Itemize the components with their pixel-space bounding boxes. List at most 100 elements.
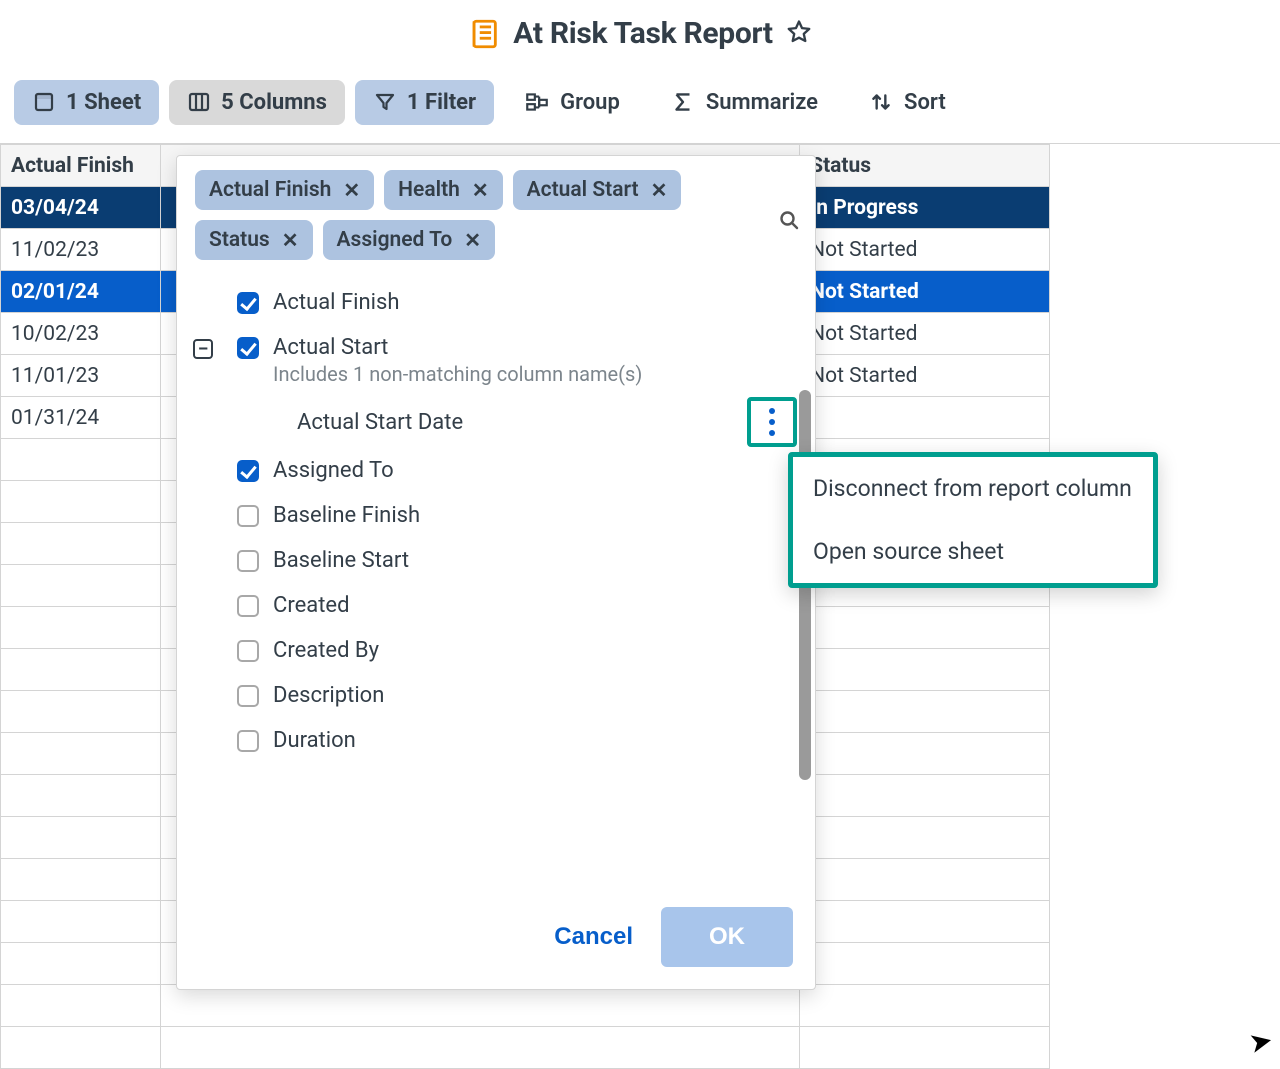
cell-actual-finish[interactable] <box>1 901 161 943</box>
summarize-button-label: Summarize <box>706 90 818 115</box>
cell-status[interactable] <box>800 985 1050 1027</box>
cell-status[interactable]: Not Started <box>800 229 1050 271</box>
cell-actual-finish[interactable]: 11/01/23 <box>1 355 161 397</box>
cell-actual-finish[interactable]: 02/01/24 <box>1 271 161 313</box>
ok-button[interactable]: OK <box>661 907 793 967</box>
cell-actual-finish[interactable] <box>1 691 161 733</box>
ctx-disconnect[interactable]: Disconnect from report column <box>793 457 1153 520</box>
chip-remove-icon[interactable]: ✕ <box>651 178 668 202</box>
report-icon <box>467 17 501 51</box>
kebab-menu-icon[interactable] <box>747 397 797 447</box>
column-option-label: Baseline Start <box>273 548 409 573</box>
sheets-button-label: 1 Sheet <box>66 90 141 115</box>
cell-status[interactable]: Not Started <box>800 313 1050 355</box>
cell-actual-finish[interactable] <box>1 481 161 523</box>
cell-status[interactable]: In Progress <box>800 187 1050 229</box>
nested-column[interactable]: Actual Start Date <box>187 396 805 448</box>
columns-button[interactable]: 5 Columns <box>169 80 345 125</box>
table-row[interactable] <box>1 1027 1050 1069</box>
cell-actual-finish[interactable]: 03/04/24 <box>1 187 161 229</box>
cell-actual-finish[interactable] <box>1 943 161 985</box>
chip[interactable]: Health✕ <box>384 170 502 210</box>
cell-status[interactable] <box>800 859 1050 901</box>
checkbox[interactable] <box>237 595 259 617</box>
cell-actual-finish[interactable] <box>1 985 161 1027</box>
column-header-actual-finish[interactable]: Actual Finish <box>1 145 161 187</box>
filter-button[interactable]: 1 Filter <box>355 80 494 125</box>
cell-status[interactable]: Not Started <box>800 271 1050 313</box>
cell-actual-finish[interactable] <box>1 523 161 565</box>
sort-button-label: Sort <box>904 90 946 115</box>
cell-actual-finish[interactable] <box>1 607 161 649</box>
column-option[interactable]: Created By <box>187 628 805 673</box>
favorite-star-icon[interactable] <box>785 18 813 50</box>
column-option-label: Baseline Finish <box>273 503 420 528</box>
column-option-label: Description <box>273 683 384 708</box>
cell-actual-finish[interactable] <box>1 733 161 775</box>
column-option-label: Assigned To <box>273 458 394 483</box>
column-option[interactable]: Duration <box>187 718 805 763</box>
cancel-button[interactable]: Cancel <box>548 922 639 952</box>
cell-actual-finish[interactable] <box>1 859 161 901</box>
cell-actual-finish[interactable] <box>1 439 161 481</box>
sheets-button[interactable]: 1 Sheet <box>14 80 159 125</box>
checkbox[interactable] <box>237 640 259 662</box>
cell-status[interactable] <box>800 733 1050 775</box>
column-option[interactable]: Description <box>187 673 805 718</box>
chip-remove-icon[interactable]: ✕ <box>464 228 481 252</box>
chip[interactable]: Status✕ <box>195 220 313 260</box>
sort-button[interactable]: Sort <box>848 79 966 125</box>
filter-button-label: 1 Filter <box>407 90 476 115</box>
column-option[interactable]: – Actual StartIncludes 1 non-matching col… <box>187 325 805 396</box>
cell-actual-finish[interactable]: 11/02/23 <box>1 229 161 271</box>
collapse-toggle-icon[interactable]: – <box>193 339 213 359</box>
column-option[interactable]: Actual Finish <box>187 280 805 325</box>
chip-remove-icon[interactable]: ✕ <box>343 178 360 202</box>
checkbox[interactable] <box>237 550 259 572</box>
cell-actual-finish[interactable] <box>1 817 161 859</box>
search-icon[interactable] <box>777 208 801 236</box>
cell-status[interactable] <box>800 649 1050 691</box>
column-context-menu: Disconnect from report column Open sourc… <box>788 452 1158 588</box>
cell-status[interactable] <box>800 901 1050 943</box>
summarize-button[interactable]: Summarize <box>650 79 838 125</box>
cell-actual-finish[interactable] <box>1 1027 161 1069</box>
cell-actual-finish[interactable] <box>1 775 161 817</box>
cell-status[interactable] <box>800 607 1050 649</box>
report-toolbar: 1 Sheet 5 Columns 1 Filter Group Summari… <box>0 75 1280 143</box>
checkbox[interactable] <box>237 505 259 527</box>
ctx-open-source[interactable]: Open source sheet <box>793 520 1153 583</box>
cell-status[interactable] <box>800 943 1050 985</box>
column-option[interactable]: Baseline Start <box>187 538 805 583</box>
cell-status[interactable] <box>800 397 1050 439</box>
column-option-label: Actual Start <box>273 335 642 360</box>
table-row[interactable] <box>1 985 1050 1027</box>
column-header-status[interactable]: Status <box>800 145 1050 187</box>
column-picker-panel: Actual Finish✕Health✕Actual Start✕Status… <box>176 155 816 990</box>
column-option-subtext: Includes 1 non-matching column name(s) <box>273 362 642 386</box>
cell-status[interactable] <box>800 817 1050 859</box>
cell-actual-finish[interactable]: 01/31/24 <box>1 397 161 439</box>
cell-status[interactable] <box>800 1027 1050 1069</box>
checkbox[interactable] <box>237 460 259 482</box>
checkbox[interactable] <box>237 337 259 359</box>
chip[interactable]: Assigned To✕ <box>323 220 496 260</box>
column-option[interactable]: Baseline Finish <box>187 493 805 538</box>
group-button-label: Group <box>560 90 620 115</box>
group-button[interactable]: Group <box>504 79 640 125</box>
cell-status[interactable] <box>800 775 1050 817</box>
checkbox[interactable] <box>237 730 259 752</box>
cell-actual-finish[interactable] <box>1 649 161 691</box>
cell-actual-finish[interactable]: 10/02/23 <box>1 313 161 355</box>
checkbox[interactable] <box>237 292 259 314</box>
column-option[interactable]: Assigned To <box>187 448 805 493</box>
checkbox[interactable] <box>237 685 259 707</box>
column-option[interactable]: Created <box>187 583 805 628</box>
chip[interactable]: Actual Start✕ <box>513 170 682 210</box>
chip-remove-icon[interactable]: ✕ <box>472 178 489 202</box>
cell-status[interactable] <box>800 691 1050 733</box>
cell-status[interactable]: Not Started <box>800 355 1050 397</box>
cell-actual-finish[interactable] <box>1 565 161 607</box>
chip[interactable]: Actual Finish✕ <box>195 170 374 210</box>
chip-remove-icon[interactable]: ✕ <box>282 228 299 252</box>
